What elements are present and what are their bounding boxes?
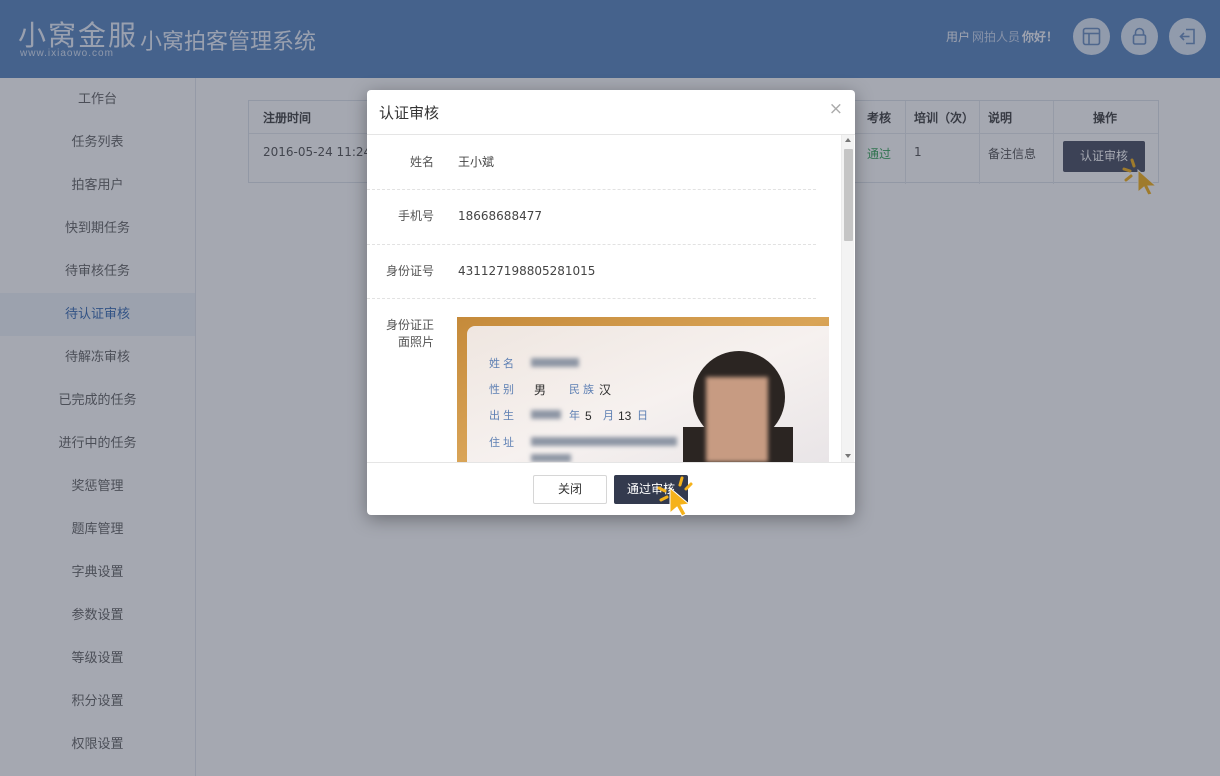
- field-divider: [367, 298, 816, 299]
- photo-label-line1: 身份证正: [385, 318, 434, 332]
- field-value: 431127198805281015: [458, 264, 596, 278]
- id-card-birth-month: 5: [585, 409, 592, 423]
- field-label: 身份证正 面照片: [367, 317, 434, 351]
- id-card-name-key: 姓 名: [489, 356, 514, 370]
- id-card-ethnicity-value: 汉: [599, 383, 611, 397]
- field-value: 王小斌: [458, 155, 495, 169]
- modal-title: 认证审核: [379, 104, 440, 122]
- field-label: 手机号: [397, 209, 434, 223]
- field-value: 18668688477: [458, 209, 542, 223]
- close-button[interactable]: 关闭: [533, 475, 607, 504]
- certification-modal: 认证审核 × 姓名 王小斌 手机号 18668688477 身份证号 43112…: [367, 90, 855, 515]
- id-card-photo: 姓 名 性 别 民 族 出 生 年 月 日 住 址 男 汉 5 13: [457, 317, 829, 462]
- scroll-up-icon[interactable]: [845, 138, 851, 142]
- id-card-gender-key: 性 别: [489, 382, 514, 396]
- id-card-gender-value: 男: [534, 383, 546, 397]
- photo-label-line2: 面照片: [397, 335, 434, 349]
- id-card-month-unit: 月: [603, 410, 614, 422]
- id-card-day-unit: 日: [637, 410, 648, 422]
- field-divider: [367, 189, 816, 190]
- modal-body[interactable]: 姓名 王小斌 手机号 18668688477 身份证号 431127198805…: [367, 135, 855, 462]
- modal-header: 认证审核 ×: [367, 90, 855, 135]
- id-card-birth-day: 13: [618, 409, 632, 423]
- scroll-down-icon[interactable]: [845, 454, 851, 458]
- close-icon[interactable]: ×: [829, 99, 843, 119]
- modal-scrollbar[interactable]: [841, 135, 854, 462]
- click-cursor-icon: [657, 476, 693, 517]
- id-card-birth-key: 出 生: [489, 408, 514, 422]
- field-divider: [367, 244, 816, 245]
- field-label: 姓名: [409, 155, 434, 169]
- modal-footer: 关闭 通过审核: [367, 462, 855, 515]
- id-card-address-key: 住 址: [489, 435, 514, 449]
- id-card-year-unit: 年: [569, 408, 580, 422]
- field-label: 身份证号: [385, 264, 434, 278]
- id-card-ethnicity-key: 民 族: [569, 382, 594, 396]
- scroll-thumb[interactable]: [844, 149, 853, 241]
